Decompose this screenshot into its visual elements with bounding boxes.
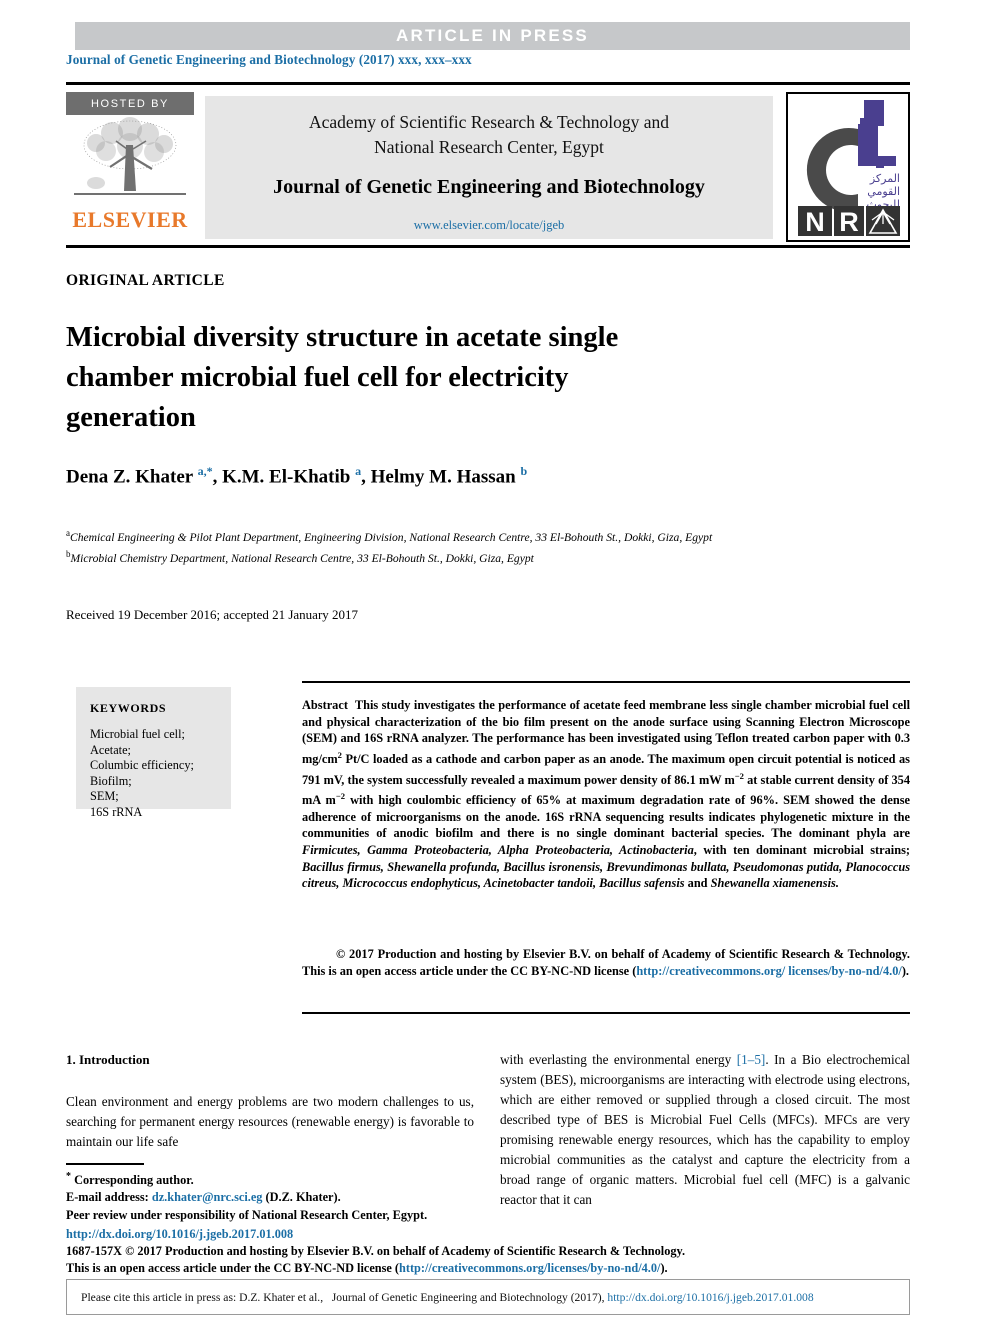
abstract-copyright: © 2017 Production and hosting by Elsevie… (302, 947, 910, 978)
abstract-text: Abstract This study investigates the per… (302, 697, 910, 892)
article-in-press-label: ARTICLE IN PRESS (396, 26, 589, 45)
doi-link[interactable]: http://dx.doi.org/10.1016/j.jgeb.2017.01… (66, 1226, 910, 1243)
list-item: 16S rRNA (90, 804, 143, 819)
journal-url-link[interactable]: www.elsevier.com/locate/jgeb (414, 218, 565, 233)
elsevier-hosted-by-block: HOSTED BY ELSEVIER (66, 92, 194, 242)
svg-text:المركز: المركز (869, 172, 900, 185)
list-item: SEM; (90, 789, 119, 804)
list-item: Microbial fuel cell; (90, 727, 185, 741)
keywords-box: KEYWORDS Microbial fuel cell; Acetate; C… (76, 687, 231, 819)
svg-text:القومي: القومي (867, 185, 900, 198)
hosted-by-label: HOSTED BY (66, 92, 194, 115)
abstract-body: This study investigates the performance … (302, 698, 911, 891)
corresponding-author-note: * Corresponding author. (66, 1171, 194, 1188)
doi-license-block: http://dx.doi.org/10.1016/j.jgeb.2017.01… (66, 1226, 910, 1277)
elsevier-tree-icon (66, 115, 194, 207)
affiliation-b: bMicrobial Chemistry Department, Nationa… (66, 548, 534, 565)
masthead-center: Academy of Scientific Research & Technol… (205, 96, 773, 239)
academy-line-1: Academy of Scientific Research & Technol… (309, 112, 669, 132)
affiliations: aChemical Engineering & Pilot Plant Depa… (66, 525, 896, 567)
abstract-top-rule (302, 681, 910, 683)
issn-copyright-line: 1687-157X © 2017 Production and hosting … (66, 1244, 686, 1258)
elsevier-wordmark: ELSEVIER (72, 207, 188, 232)
footnote-rule (66, 1163, 144, 1165)
received-accepted-dates: Received 19 December 2016; accepted 21 J… (66, 607, 359, 622)
list-item: Columbic efficiency; (90, 758, 194, 773)
license-line[interactable]: This is an open access article under the… (66, 1260, 910, 1277)
email-address-note[interactable]: E-mail address: dz.khater@nrc.sci.eg (D.… (66, 1189, 486, 1206)
keywords-heading: KEYWORDS (90, 701, 167, 715)
svg-text:N: N (805, 207, 825, 237)
masthead-top-rule (66, 82, 910, 85)
affiliation-a: aChemical Engineering & Pilot Plant Depa… (66, 528, 713, 544)
article-in-press-banner: ARTICLE IN PRESS (75, 22, 910, 50)
article-type-label: ORIGINAL ARTICLE (66, 272, 225, 289)
author-list: Dena Z. Khater a,*, K.M. El-Khatib a, He… (66, 464, 528, 488)
journal-title: Journal of Genetic Engineering and Biote… (273, 176, 705, 198)
please-cite-text: Please cite this article in press as: D.… (81, 1290, 814, 1304)
svg-text:R: R (839, 207, 859, 237)
keywords-list: Microbial fuel cell; Acetate; Columbic e… (90, 727, 231, 821)
masthead-bottom-rule (66, 245, 910, 248)
section-heading-introduction: 1. Introduction (66, 1052, 150, 1067)
intro-left-column: Clean environment and energy problems ar… (66, 1094, 474, 1149)
list-item: Acetate; (90, 742, 131, 757)
article-first-page: ARTICLE IN PRESS Journal of Genetic Engi… (0, 0, 992, 1323)
abstract-label: Abstract (302, 698, 348, 712)
please-cite-box: Please cite this article in press as: D.… (66, 1279, 910, 1315)
nrc-logo: المركز القومي للبحوث N R (786, 92, 910, 242)
peer-review-note: Peer review under responsibility of Nati… (66, 1207, 428, 1222)
page-title: Microbial diversity structure in acetate… (66, 322, 619, 433)
intro-right-column: with everlasting the environmental energ… (500, 1052, 910, 1207)
nrc-logo-graphic: المركز القومي للبحوث N R (788, 94, 908, 240)
journal-citation-line: Journal of Genetic Engineering and Biote… (66, 52, 472, 67)
footnote-block: * Corresponding author. E-mail address: … (66, 1168, 486, 1224)
academy-line-2: National Research Center, Egypt (374, 137, 604, 157)
abstract-bottom-rule (302, 1012, 910, 1014)
list-item: Biofilm; (90, 773, 132, 788)
